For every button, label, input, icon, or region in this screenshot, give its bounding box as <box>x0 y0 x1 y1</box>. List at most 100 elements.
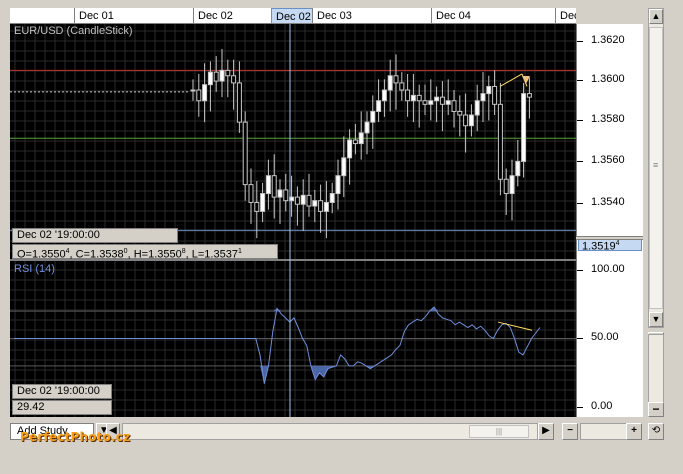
candle-body <box>381 89 387 102</box>
ohlc-close-sup: 0 <box>123 248 128 255</box>
candle-body <box>457 110 463 116</box>
scroll-down-button[interactable]: ▼ <box>649 312 663 327</box>
horizontal-scrollbar[interactable]: ||| <box>122 423 538 440</box>
candle-body <box>277 189 283 198</box>
candle-body <box>196 89 202 102</box>
candle-body <box>231 75 237 84</box>
candle-body <box>480 93 486 102</box>
price-axis-label: 1.3580 <box>591 113 625 125</box>
candle-body <box>312 200 318 207</box>
candle-body <box>428 100 434 105</box>
ohlc-close: C=1.3538 <box>75 248 124 261</box>
zoom-in-button[interactable]: + <box>626 423 642 440</box>
watermark-logo: PerfectPhoto.cz <box>20 430 131 444</box>
candle-body <box>370 110 376 123</box>
price-axis-label: 1.3600 <box>591 73 625 85</box>
grip-icon: ≡ <box>653 160 659 170</box>
candle-body <box>248 184 254 203</box>
ohlc-high-sup: 8 <box>181 248 186 255</box>
axis-tick <box>577 120 583 121</box>
axis-tick <box>577 203 583 204</box>
candle-body <box>439 96 445 105</box>
candle-body <box>486 85 492 95</box>
ohlc-open-sup: 4 <box>65 248 70 255</box>
candle-body <box>405 89 411 102</box>
axis-tick <box>577 80 583 81</box>
candle-body <box>445 100 451 105</box>
candle-body <box>323 201 329 212</box>
current-price-sup: 4 <box>615 240 620 247</box>
vertical-scroll-thumb[interactable]: ≡ <box>649 27 663 309</box>
candle-body <box>393 75 399 84</box>
candle-body <box>352 139 358 145</box>
vertical-zoom-out-button[interactable]: − <box>648 402 664 417</box>
candle-body <box>434 96 440 102</box>
zoom-out-button[interactable]: − <box>562 423 578 440</box>
date-label: Dec <box>555 8 576 23</box>
rsi-pane-title: RSI (14) <box>14 263 55 275</box>
candle-body <box>341 157 347 177</box>
axis-tick <box>577 270 583 271</box>
rsi-axis-label: 50.00 <box>591 331 619 343</box>
date-label: Dec 03 <box>312 8 432 23</box>
rsi-axis-label: 0.00 <box>591 400 613 412</box>
current-price: 1.3519 <box>582 240 616 253</box>
date-label: Dec 01 <box>74 8 194 23</box>
scroll-up-button[interactable]: ▲ <box>649 9 663 24</box>
candle-body <box>294 196 300 205</box>
candle-body <box>509 175 515 195</box>
date-label: Dec 02 <box>193 8 273 23</box>
candle-body <box>329 193 335 203</box>
candle-body <box>225 69 231 77</box>
rsi-oversold-fill <box>14 365 540 384</box>
candle-body <box>503 178 509 195</box>
candle-body <box>451 100 457 112</box>
vertical-zoom-track[interactable] <box>648 334 664 404</box>
price-axis-label: 1.3540 <box>591 196 625 208</box>
scroll-right-button[interactable]: ▶ <box>538 423 554 440</box>
rsi-value: 29.42 <box>12 400 112 415</box>
axis-tick <box>577 161 583 162</box>
candle-body <box>358 132 364 145</box>
candle-body <box>387 75 393 91</box>
rsi-hover-time: Dec 02 '19:00:00 <box>12 384 112 399</box>
rsi-axis-label: 100.00 <box>591 263 625 275</box>
zoom-slider-track[interactable] <box>580 423 630 440</box>
candle-body <box>190 89 196 92</box>
candle-body <box>260 193 266 212</box>
trend-annotation <box>499 73 523 87</box>
chart-svg[interactable] <box>10 24 576 417</box>
axis-tick <box>577 338 583 339</box>
candle-body <box>347 139 353 159</box>
chart-window: Dec 01 Dec 02 Dec 02 Dec 03 Dec 04 Dec E… <box>0 0 683 474</box>
candle-body <box>219 69 225 82</box>
horizontal-scroll-thumb[interactable]: ||| <box>469 425 529 438</box>
vertical-scrollbar[interactable]: ▲ ≡ ▼ <box>648 8 664 328</box>
ohlc-open: O=1.3550 <box>17 248 66 261</box>
chart-canvas[interactable]: EUR/USD (CandleStick) Dec 02 '19:00:00 O… <box>10 24 576 417</box>
candle-body <box>376 100 382 112</box>
candle-body <box>474 100 480 116</box>
price-axis-label: 1.3620 <box>591 34 625 46</box>
candle-body <box>399 82 405 91</box>
candle-body <box>236 82 242 123</box>
candle-body <box>318 200 324 212</box>
date-axis: Dec 01 Dec 02 Dec 02 Dec 03 Dec 04 Dec <box>10 8 576 24</box>
candle-body <box>271 175 277 198</box>
ohlc-low-sup: 1 <box>237 248 242 255</box>
candle-body <box>416 94 422 102</box>
pane-splitter[interactable] <box>576 236 643 240</box>
candle-body <box>410 94 416 102</box>
price-axis: 1.3620 1.3600 1.3580 1.3560 1.3540 1.351… <box>576 24 643 417</box>
refresh-button[interactable]: ⟲ <box>648 423 664 440</box>
candle-body <box>207 71 213 86</box>
candle-body <box>335 175 341 195</box>
date-label-selected[interactable]: Dec 02 <box>271 8 313 23</box>
ohlc-low: L=1.3537 <box>191 248 238 261</box>
candle-body <box>497 103 503 180</box>
ohlc-high: H=1.3550 <box>133 248 182 261</box>
price-axis-label: 1.3560 <box>591 154 625 166</box>
candle-body <box>306 194 312 207</box>
candle-body <box>254 201 260 212</box>
candle-body <box>300 194 306 205</box>
